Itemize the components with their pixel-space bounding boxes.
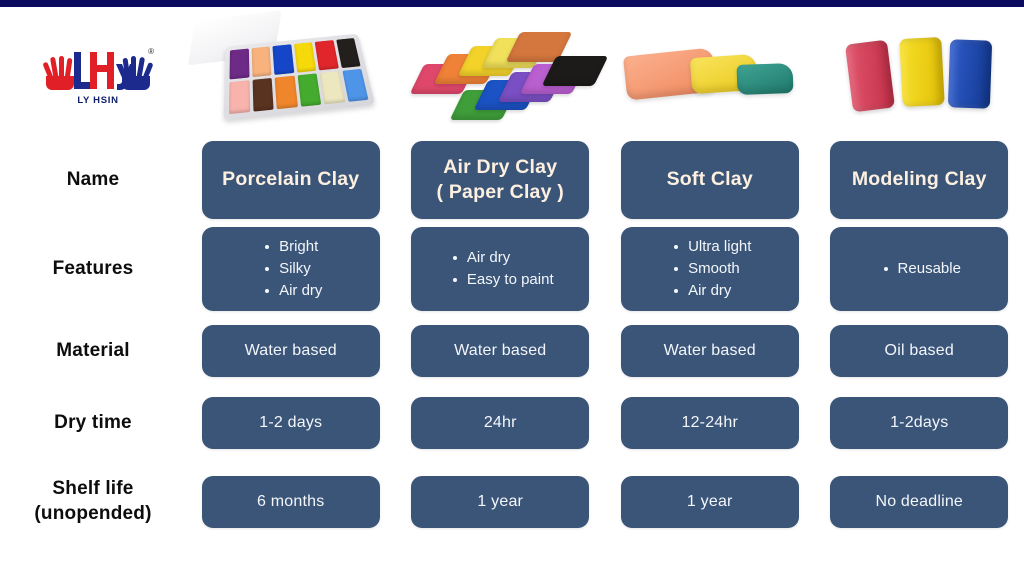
- dry-time-text-2: 24hr: [483, 414, 517, 431]
- shelf-life-card-air-dry-clay[interactable]: 1 year: [411, 475, 590, 528]
- material-text-2: Water based: [454, 342, 547, 359]
- comparison-slide: ® LY HSIN Name Porcelain Clay Air Dry Cl…: [0, 0, 1024, 576]
- comparison-table: Name Porcelain Clay Air Dry Clay( Paper …: [0, 7, 1024, 576]
- product-photo-cell-1: [186, 7, 396, 137]
- shelf-life-card-soft-clay[interactable]: 1 year: [620, 475, 799, 528]
- modeling-clay-bars-photo: [815, 8, 1024, 136]
- material-cell-1: Water based: [186, 315, 396, 387]
- shelf-life-text-1: 6 months: [257, 492, 325, 510]
- feature-item: Air dry: [451, 247, 554, 269]
- dry-time-cell-2: 24hr: [396, 387, 606, 459]
- name-text-3: Soft Clay: [666, 168, 753, 191]
- name-text-1: Porcelain Clay: [222, 168, 360, 191]
- material-cell-3: Water based: [605, 315, 815, 387]
- dry-time-text-4: 1-2days: [890, 414, 949, 431]
- features-list-4: Reusable: [878, 258, 961, 280]
- dry-time-card-soft-clay[interactable]: 12-24hr: [620, 397, 799, 449]
- features-cell-1: Bright Silky Air dry: [186, 223, 396, 315]
- features-card-soft-clay[interactable]: Ultra light Smooth Air dry: [620, 227, 799, 311]
- name-cell-3: Soft Clay: [605, 137, 815, 223]
- material-text-1: Water based: [244, 342, 337, 359]
- logo-spacer-cell: [0, 7, 186, 137]
- name-cell-1: Porcelain Clay: [186, 137, 396, 223]
- name-text-4: Modeling Clay: [851, 168, 987, 191]
- feature-item: Ultra light: [672, 236, 751, 258]
- dry-time-card-air-dry-clay[interactable]: 24hr: [411, 397, 590, 449]
- material-card-air-dry-clay[interactable]: Water based: [411, 325, 590, 377]
- product-photo-cell-2: [396, 7, 609, 137]
- feature-item: Reusable: [882, 258, 961, 280]
- material-card-soft-clay[interactable]: Water based: [620, 325, 799, 377]
- material-text-3: Water based: [663, 342, 756, 359]
- shelf-life-cell-3: 1 year: [605, 459, 815, 544]
- top-accent-bar: [0, 0, 1024, 7]
- dry-time-cell-4: 1-2days: [815, 387, 1024, 459]
- shelf-life-text-4: No deadline: [875, 492, 964, 510]
- row-label-material: Material: [56, 339, 130, 361]
- dry-time-cell-1: 1-2 days: [186, 387, 396, 459]
- features-list-1: Bright Silky Air dry: [259, 236, 322, 303]
- features-card-air-dry-clay[interactable]: Air dry Easy to paint: [411, 227, 590, 311]
- clay-tray: [223, 33, 375, 120]
- features-cell-3: Ultra light Smooth Air dry: [605, 223, 815, 315]
- dry-time-cell-3: 12-24hr: [605, 387, 815, 459]
- name-cell-4: Modeling Clay: [815, 137, 1024, 223]
- row-label-name: Name: [66, 168, 120, 190]
- material-text-4: Oil based: [884, 342, 954, 359]
- material-cell-4: Oil based: [815, 315, 1024, 387]
- shelf-life-cell-2: 1 year: [396, 459, 606, 544]
- row-label-dry-time: Dry time: [54, 411, 132, 433]
- features-card-porcelain-clay[interactable]: Bright Silky Air dry: [201, 227, 380, 311]
- feature-item: Bright: [263, 236, 322, 258]
- product-photo-cell-3: [605, 7, 815, 137]
- name-card-porcelain-clay[interactable]: Porcelain Clay: [201, 141, 380, 219]
- name-card-soft-clay[interactable]: Soft Clay: [620, 141, 799, 219]
- name-cell-2: Air Dry Clay( Paper Clay ): [396, 137, 606, 223]
- features-cell-2: Air dry Easy to paint: [396, 223, 606, 315]
- name-text-2: Air Dry Clay( Paper Clay ): [436, 155, 564, 203]
- row-label-features: Features: [52, 257, 134, 279]
- shelf-life-card-porcelain-clay[interactable]: 6 months: [201, 475, 380, 528]
- shelf-life-text-2: 1 year: [477, 492, 524, 510]
- features-cell-4: Reusable: [815, 223, 1024, 315]
- shelf-life-text-3: 1 year: [686, 492, 733, 510]
- feature-item: Air dry: [263, 280, 322, 302]
- row-label-shelf-life: Shelf life (unopended): [34, 478, 152, 524]
- name-card-modeling-clay[interactable]: Modeling Clay: [830, 141, 1009, 219]
- dry-time-card-porcelain-clay[interactable]: 1-2 days: [201, 397, 380, 449]
- feature-item: Air dry: [672, 280, 751, 302]
- features-list-2: Air dry Easy to paint: [447, 247, 554, 291]
- features-card-modeling-clay[interactable]: Reusable: [830, 227, 1009, 311]
- shelf-life-card-modeling-clay[interactable]: No deadline: [830, 475, 1009, 528]
- shelf-life-cell-4: No deadline: [815, 459, 1024, 544]
- porcelain-clay-tray-photo: [186, 8, 396, 136]
- dry-time-text-1: 1-2 days: [259, 414, 323, 431]
- material-cell-2: Water based: [396, 315, 606, 387]
- material-card-porcelain-clay[interactable]: Water based: [201, 325, 380, 377]
- features-list-3: Ultra light Smooth Air dry: [668, 236, 751, 303]
- dry-time-text-3: 12-24hr: [681, 414, 739, 431]
- material-card-modeling-clay[interactable]: Oil based: [830, 325, 1009, 377]
- name-card-air-dry-clay[interactable]: Air Dry Clay( Paper Clay ): [411, 141, 590, 219]
- soft-clay-slabs-photo: [605, 8, 815, 136]
- shelf-life-cell-1: 6 months: [186, 459, 396, 544]
- feature-item: Smooth: [672, 258, 751, 280]
- product-photo-cell-4: [815, 7, 1024, 137]
- feature-item: Silky: [263, 258, 322, 280]
- feature-item: Easy to paint: [451, 269, 554, 291]
- air-dry-clay-blocks-photo: [396, 8, 609, 136]
- dry-time-card-modeling-clay[interactable]: 1-2days: [830, 397, 1009, 449]
